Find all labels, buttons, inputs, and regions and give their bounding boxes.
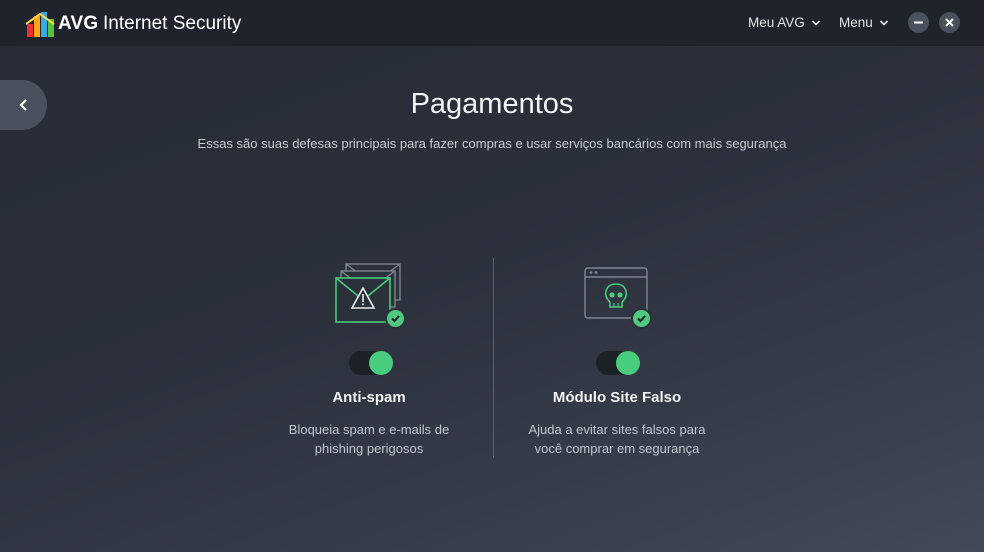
chevron-down-icon: [811, 19, 820, 26]
meu-avg-label: Meu AVG: [748, 15, 805, 30]
feature-description-line: phishing perigosos: [314, 441, 424, 456]
brand-name: AVG: [58, 13, 99, 34]
minimize-icon: [914, 21, 923, 24]
feature-anti-spam: Anti-spam Bloqueia spam e e-mails de phi…: [249, 258, 489, 456]
feature-description-line: Ajuda a evitar sites falsos para: [528, 422, 706, 437]
chevron-down-icon: [879, 19, 888, 26]
toggle-knob: [616, 351, 640, 375]
avg-logo-icon: [26, 12, 55, 37]
feature-description-line: Bloqueia spam e e-mails de: [288, 422, 450, 437]
menu-label: Menu: [839, 15, 873, 30]
title-bar: AVG Internet Security Meu AVG Menu: [0, 0, 984, 46]
main-menu[interactable]: Menu: [839, 15, 889, 30]
close-icon: [945, 18, 954, 27]
feature-title: Módulo Site Falso: [552, 389, 682, 406]
fake-site-toggle[interactable]: [596, 351, 640, 375]
feature-fake-site: Módulo Site Falso Ajuda a evitar sites f…: [497, 258, 737, 456]
feature-description: Bloqueia spam e e-mails de phishing peri…: [249, 420, 489, 458]
meu-avg-menu[interactable]: Meu AVG: [748, 15, 821, 30]
feature-description-line: você comprar em segurança: [534, 441, 700, 456]
feature-icon-area: [249, 258, 489, 338]
anti-spam-toggle[interactable]: [349, 351, 393, 375]
toggle-knob: [369, 351, 393, 375]
feature-title: Anti-spam: [332, 389, 406, 406]
enabled-check-icon: [385, 308, 406, 329]
feature-description: Ajuda a evitar sites falsos para você co…: [497, 420, 737, 458]
enabled-check-icon: [631, 308, 652, 329]
minimize-button[interactable]: [908, 12, 929, 33]
page-subtitle: Essas são suas defesas principais para f…: [197, 136, 787, 151]
close-button[interactable]: [939, 12, 960, 33]
feature-divider: [493, 258, 494, 458]
page-title: Pagamentos: [410, 88, 574, 120]
product-name: Internet Security: [103, 13, 242, 34]
feature-icon-area: [497, 258, 737, 338]
